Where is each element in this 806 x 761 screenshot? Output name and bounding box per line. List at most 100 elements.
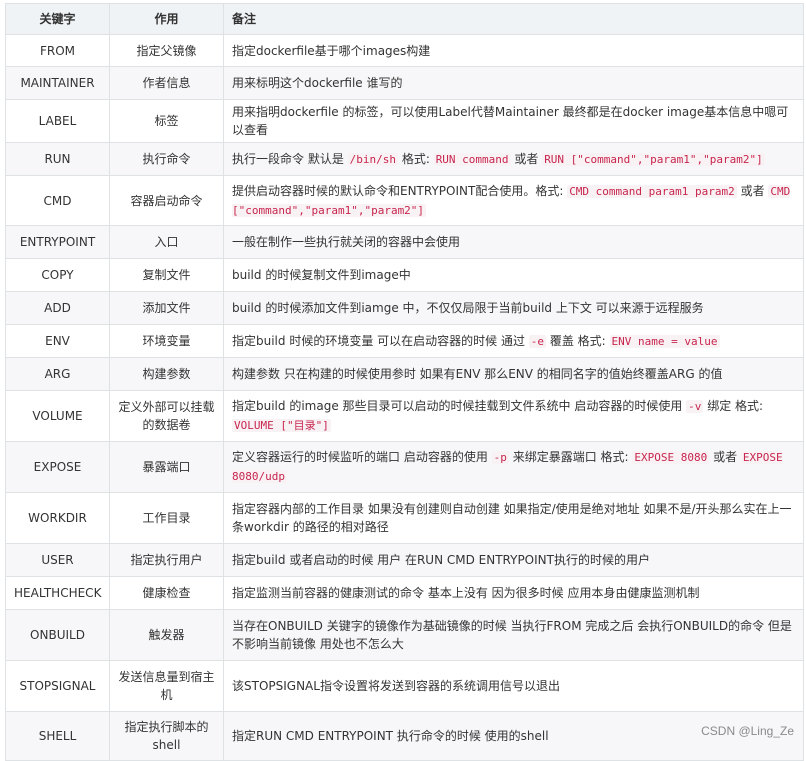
note-cell: 一般在制作一些执行就关闭的容器中会使用	[223, 225, 804, 259]
note-cell: 指定build 的image 那些目录可以启动的时候挂载到文件系统中 启动容器的…	[223, 390, 804, 442]
table-row: EXPOSE 暴露端口 定义容器运行的时候监听的端口 启动容器的使用 -p 来绑定暴…	[5, 441, 804, 493]
table-row: ARG 构建参数 构建参数 只在构建的时候使用参时 如果有ENV 那么ENV 的相同…	[5, 357, 804, 391]
note-text: 构建参数 只在构建的时候使用参时 如果有ENV 那么ENV 的相同名字的值始终覆…	[232, 367, 723, 381]
note-cell: 定义容器运行的时候监听的端口 启动容器的使用 -p 来绑定暴露端口 格式: EX…	[223, 441, 804, 493]
role-cell: 入口	[109, 225, 224, 259]
role-cell: 指定执行用户	[109, 543, 224, 577]
keyword-cell: VOLUME	[5, 390, 110, 442]
table-header-row: 关键字 作用 备注	[5, 3, 804, 35]
table-row: COPY 复制文件 build 的时候复制文件到image中	[5, 258, 804, 292]
keyword-cell: ENTRYPOINT	[5, 225, 110, 259]
role-cell: 指定执行脚本的shell	[109, 711, 224, 761]
role-cell: 环境变量	[109, 324, 224, 358]
header-note: 备注	[223, 3, 804, 35]
note-cell: 指定dockerfile基于哪个images构建	[223, 34, 804, 67]
role-cell: 执行命令	[109, 142, 224, 176]
keyword-cell: ARG	[5, 357, 110, 391]
note-cell: 用来标明这个dockerfile 谁写的	[223, 66, 804, 100]
inline-code: VOLUME ["目录"]	[232, 419, 331, 432]
note-cell: 指定build 或者启动的时候 用户 在RUN CMD ENTRYPOINT执行…	[223, 543, 804, 577]
keyword-cell: USER	[5, 543, 110, 577]
table-row: VOLUME 定义外部可以挂载的数据卷 指定build 的image 那些目录可以启…	[5, 390, 804, 442]
table-row: STOPSIGNAL 发送信息量到宿主机 该STOPSIGNAL指令设置将发送到容器…	[5, 660, 804, 712]
note-cell: 当存在ONBUILD 关键字的镜像作为基础镜像的时候 当执行FROM 完成之后 …	[223, 609, 804, 661]
note-text: build 的时候添加文件到iamge 中，不仅仅局限于当前build 上下文 …	[232, 301, 704, 315]
role-cell: 复制文件	[109, 258, 224, 292]
note-text: 绑定 格式:	[703, 399, 764, 413]
keyword-cell: ENV	[5, 324, 110, 358]
note-text: 格式:	[398, 151, 434, 166]
keyword-cell: SHELL	[5, 711, 110, 761]
inline-code: -p	[491, 451, 509, 464]
note-text: 用来标明这个dockerfile 谁写的	[232, 76, 403, 90]
role-cell: 发送信息量到宿主机	[109, 660, 224, 712]
table-row: CMD 容器启动命令 提供启动容器时候的默认命令和ENTRYPOINT配合使用。格式…	[5, 175, 804, 226]
inline-code: -e	[528, 334, 547, 348]
note-cell: 提供启动容器时候的默认命令和ENTRYPOINT配合使用。格式: CMD com…	[223, 175, 804, 226]
note-text: 或者	[709, 450, 741, 464]
inline-code: CMD command param1 param2	[567, 184, 737, 198]
keyword-cell: ADD	[5, 291, 110, 325]
note-text: 指定dockerfile基于哪个images构建	[232, 43, 431, 58]
note-text: 或者	[736, 183, 769, 198]
note-text: 或者	[510, 151, 543, 166]
table-row: HEALTHCHECK 健康检查 指定监测当前容器的健康测试的命令 基本上没有 因为…	[5, 576, 804, 610]
inline-code: RUN command	[433, 152, 511, 166]
keyword-cell: EXPOSE	[5, 441, 110, 493]
note-cell: 构建参数 只在构建的时候使用参时 如果有ENV 那么ENV 的相同名字的值始终覆…	[223, 357, 804, 391]
note-text: 提供启动容器时候的默认命令和ENTRYPOINT配合使用。格式:	[232, 183, 568, 198]
table-row: ONBUILD 触发器 当存在ONBUILD 关键字的镜像作为基础镜像的时候 当执行…	[5, 609, 804, 661]
note-cell: 指定监测当前容器的健康测试的命令 基本上没有 因为很多时候 应用本身由健康监测机…	[223, 576, 804, 610]
table-row: MAINTAINER 作者信息 用来标明这个dockerfile 谁写的	[5, 66, 804, 100]
table-row: USER 指定执行用户 指定build 或者启动的时候 用户 在RUN CMD EN…	[5, 543, 804, 577]
note-text: 当存在ONBUILD 关键字的镜像作为基础镜像的时候 当执行FROM 完成之后 …	[232, 619, 792, 651]
watermark: CSDN @Ling_Ze	[701, 724, 794, 738]
note-text: 指定build 时候的环境变量 可以在启动容器的时候 通过	[232, 333, 529, 348]
keyword-cell: HEALTHCHECK	[5, 576, 110, 610]
keyword-cell: RUN	[5, 142, 110, 176]
keyword-cell: MAINTAINER	[5, 66, 110, 100]
role-cell: 定义外部可以挂载的数据卷	[109, 390, 224, 442]
role-cell: 构建参数	[109, 357, 224, 391]
role-cell: 作者信息	[109, 66, 224, 100]
keyword-cell: WORKDIR	[5, 492, 110, 544]
role-cell: 健康检查	[109, 576, 224, 610]
role-cell: 标签	[109, 99, 224, 143]
role-cell: 容器启动命令	[109, 175, 224, 226]
table-row: ENV 环境变量 指定build 时候的环境变量 可以在启动容器的时候 通过 -e …	[5, 324, 804, 358]
role-cell: 暴露端口	[109, 441, 224, 493]
keyword-cell: STOPSIGNAL	[5, 660, 110, 712]
note-cell: 指定build 时候的环境变量 可以在启动容器的时候 通过 -e 覆盖 格式: …	[223, 324, 804, 358]
note-cell: 用来指明dockerfile 的标签，可以使用Label代替Maintainer…	[223, 99, 804, 143]
note-text: 执行一段命令 默认是	[232, 151, 348, 166]
note-text: 指定容器内部的工作目录 如果没有创建则自动创建 如果指定/使用是绝对地址 如果不…	[232, 502, 792, 534]
note-text: 来绑定暴露端口 格式:	[508, 450, 633, 464]
table-row: RUN 执行命令 执行一段命令 默认是 /bin/sh 格式: RUN comman…	[5, 142, 804, 176]
keyword-cell: CMD	[5, 175, 110, 226]
inline-code: EXPOSE 8080	[632, 451, 710, 464]
table-row: ADD 添加文件 build 的时候添加文件到iamge 中，不仅仅局限于当前bui…	[5, 291, 804, 325]
keyword-cell: LABEL	[5, 99, 110, 143]
note-text: build 的时候复制文件到image中	[232, 268, 411, 282]
role-cell: 工作目录	[109, 492, 224, 544]
note-cell: 指定容器内部的工作目录 如果没有创建则自动创建 如果指定/使用是绝对地址 如果不…	[223, 492, 804, 544]
inline-code: ENV name = value	[609, 334, 720, 348]
note-text: 覆盖 格式:	[546, 333, 610, 348]
keyword-cell: ONBUILD	[5, 609, 110, 661]
table-row: WORKDIR 工作目录 指定容器内部的工作目录 如果没有创建则自动创建 如果指定/…	[5, 492, 804, 544]
table-row: ENTRYPOINT 入口 一般在制作一些执行就关闭的容器中会使用	[5, 225, 804, 259]
note-cell: build 的时候复制文件到image中	[223, 258, 804, 292]
table-body: FROM 指定父镜像 指定dockerfile基于哪个images构建 MAINTAI…	[5, 34, 804, 761]
role-cell: 触发器	[109, 609, 224, 661]
inline-code: /bin/sh	[347, 152, 398, 166]
keyword-cell: COPY	[5, 258, 110, 292]
header-role: 作用	[109, 3, 224, 35]
keyword-cell: FROM	[5, 34, 110, 67]
note-text: 该STOPSIGNAL指令设置将发送到容器的系统调用信号以退出	[232, 679, 560, 693]
note-cell: build 的时候添加文件到iamge 中，不仅仅局限于当前build 上下文 …	[223, 291, 804, 325]
dockerfile-keywords-table: 关键字 作用 备注 FROM 指定父镜像 指定dockerfile基于哪个image…	[5, 3, 804, 761]
header-key: 关键字	[5, 3, 110, 35]
note-cell: 该STOPSIGNAL指令设置将发送到容器的系统调用信号以退出	[223, 660, 804, 712]
note-text: 用来指明dockerfile 的标签，可以使用Label代替Maintainer…	[232, 105, 789, 137]
note-text: 指定监测当前容器的健康测试的命令 基本上没有 因为很多时候 应用本身由健康监测机…	[232, 586, 700, 600]
